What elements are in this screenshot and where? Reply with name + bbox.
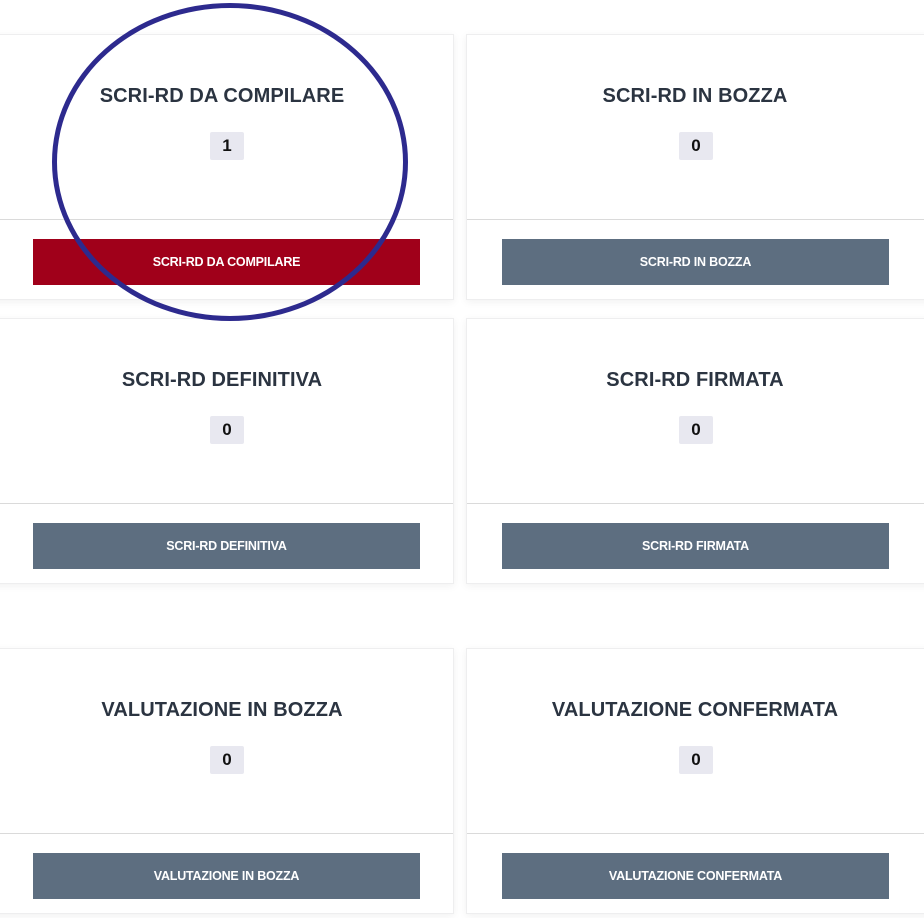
- card-title: VALUTAZIONE CONFERMATA: [551, 699, 839, 721]
- count-badge: 0: [679, 416, 713, 444]
- card-title: VALUTAZIONE IN BOZZA: [101, 699, 343, 721]
- card-header: SCRI-RD IN BOZZA 0: [467, 35, 924, 219]
- card-title: SCRI-RD FIRMATA: [606, 369, 784, 391]
- scri-rd-firmata-button[interactable]: SCRI-RD FIRMATA: [502, 523, 889, 569]
- scri-rd-in-bozza-button[interactable]: SCRI-RD IN BOZZA: [502, 239, 889, 285]
- card-divider: [0, 503, 453, 504]
- card-header: SCRI-RD DEFINITIVA 0: [0, 319, 453, 503]
- scri-rd-definitiva-button[interactable]: SCRI-RD DEFINITIVA: [33, 523, 420, 569]
- card-valutazione-in-bozza: VALUTAZIONE IN BOZZA 0 VALUTAZIONE IN BO…: [0, 648, 454, 914]
- count-badge: 1: [210, 132, 244, 160]
- card-header: VALUTAZIONE IN BOZZA 0: [0, 649, 453, 833]
- valutazione-confermata-button[interactable]: VALUTAZIONE CONFERMATA: [502, 853, 889, 899]
- valutazione-in-bozza-button[interactable]: VALUTAZIONE IN BOZZA: [33, 853, 420, 899]
- card-header: SCRI-RD DA COMPILARE 1: [0, 35, 453, 219]
- card-title: SCRI-RD DEFINITIVA: [121, 369, 323, 391]
- card-valutazione-confermata: VALUTAZIONE CONFERMATA 0 VALUTAZIONE CON…: [466, 648, 924, 914]
- card-header: VALUTAZIONE CONFERMATA 0: [467, 649, 924, 833]
- scri-rd-da-compilare-button[interactable]: SCRI-RD DA COMPILARE: [33, 239, 420, 285]
- card-divider: [467, 833, 924, 834]
- dashboard-page: SCRI-RD DA COMPILARE 1 SCRI-RD DA COMPIL…: [0, 0, 924, 918]
- card-divider: [0, 833, 453, 834]
- count-badge: 0: [210, 416, 244, 444]
- count-badge: 0: [679, 746, 713, 774]
- card-scri-rd-definitiva: SCRI-RD DEFINITIVA 0 SCRI-RD DEFINITIVA: [0, 318, 454, 584]
- card-header: SCRI-RD FIRMATA 0: [467, 319, 924, 503]
- card-scri-rd-in-bozza: SCRI-RD IN BOZZA 0 SCRI-RD IN BOZZA: [466, 34, 924, 300]
- count-badge: 0: [679, 132, 713, 160]
- card-divider: [467, 503, 924, 504]
- card-title: SCRI-RD DA COMPILARE: [99, 85, 345, 107]
- card-divider: [467, 219, 924, 220]
- card-scri-rd-firmata: SCRI-RD FIRMATA 0 SCRI-RD FIRMATA: [466, 318, 924, 584]
- card-divider: [0, 219, 453, 220]
- card-scri-rd-da-compilare: SCRI-RD DA COMPILARE 1 SCRI-RD DA COMPIL…: [0, 34, 454, 300]
- count-badge: 0: [210, 746, 244, 774]
- card-title: SCRI-RD IN BOZZA: [602, 85, 788, 107]
